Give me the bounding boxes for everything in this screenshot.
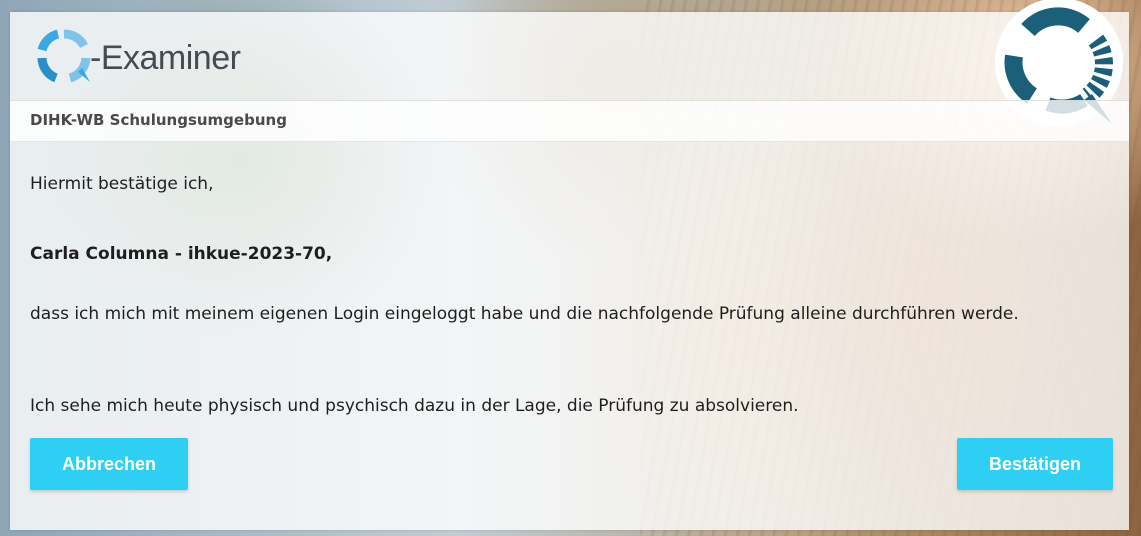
login-statement: dass ich mich mit meinem eigenen Login e… — [30, 304, 1019, 324]
brand-name: -Examiner — [90, 39, 241, 77]
environment-bar: DIHK-WB Schulungsumgebung — [10, 100, 1129, 142]
cancel-button[interactable]: Abbrechen — [30, 438, 188, 490]
confirmation-panel: -Examiner DIHK-WB Schulungsumgebung Hier… — [10, 0, 1129, 530]
health-statement: Ich sehe mich heute physisch und psychis… — [30, 396, 799, 416]
intro-text: Hiermit bestätige ich, — [30, 174, 214, 194]
confirm-button[interactable]: Bestätigen — [957, 438, 1113, 490]
q-examiner-logo-icon — [37, 29, 91, 83]
environment-label: DIHK-WB Schulungsumgebung — [30, 111, 287, 129]
brand-header: -Examiner — [10, 12, 1129, 98]
candidate-name: Carla Columna - ihkue-2023-70, — [30, 244, 333, 264]
